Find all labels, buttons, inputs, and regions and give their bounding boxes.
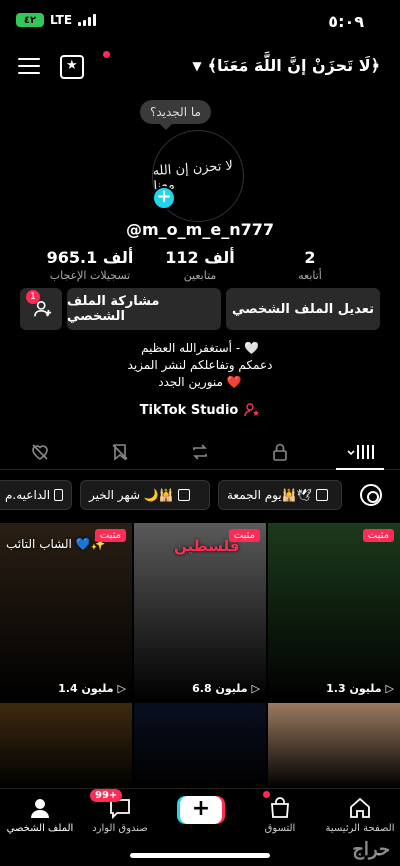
chip-label: الداعيه.م bbox=[5, 488, 51, 502]
hamburger-icon[interactable] bbox=[18, 58, 40, 76]
edit-profile-button[interactable]: تعديل الملف الشخصي bbox=[226, 288, 380, 330]
video-tile[interactable] bbox=[134, 703, 266, 788]
shopping-bag-icon bbox=[271, 797, 289, 818]
tab-reposts[interactable] bbox=[160, 434, 240, 469]
share-profile-button[interactable]: مشاركة الملف الشخصي bbox=[67, 288, 221, 330]
stat-following[interactable]: 2 أتابعه bbox=[260, 248, 360, 282]
nav-profile[interactable]: الملف الشخصي bbox=[0, 795, 80, 834]
video-grid-icon bbox=[347, 444, 374, 459]
stat-label: تسجيلات الإعجاب bbox=[49, 269, 131, 282]
shop-notification-dot bbox=[263, 791, 270, 798]
stat-number: 965.1 ألف bbox=[46, 248, 134, 267]
gear-icon[interactable] bbox=[360, 484, 382, 506]
battery-icon: ٤٢ bbox=[16, 13, 44, 27]
nav-label: الملف الشخصي bbox=[6, 823, 74, 834]
pinned-badge: مثبت bbox=[94, 529, 126, 542]
tiktok-studio-link[interactable]: TikTok Studio bbox=[0, 402, 400, 418]
add-friends-button[interactable]: 1 bbox=[20, 288, 62, 330]
add-person-icon bbox=[34, 300, 52, 317]
video-tile[interactable] bbox=[268, 703, 400, 788]
stat-label: أتابعه bbox=[298, 269, 322, 282]
pinned-badge: مثبت bbox=[228, 529, 260, 542]
signal-icon bbox=[78, 14, 97, 26]
playlist-icon bbox=[177, 489, 190, 501]
bio-line: أستغفرالله العظيم - 🤍 bbox=[141, 341, 259, 355]
profile-icon bbox=[31, 799, 49, 818]
profile-header: ﴿لَا تَحزَنْ إنَّ اللَّهَ مَعَنَا﴾ ▼ bbox=[0, 50, 400, 86]
bookmark-hidden-icon bbox=[112, 443, 128, 461]
video-tile[interactable]: فلسطين مثبت 6.8 مليون ▷ bbox=[134, 523, 266, 701]
video-grid: مثبت 1.3 مليون ▷ فلسطين مثبت 6.8 مليون ▷ ا… bbox=[0, 523, 400, 788]
repost-icon bbox=[193, 443, 207, 460]
home-icon bbox=[350, 797, 370, 818]
view-count: 6.8 مليون ▷ bbox=[192, 682, 260, 695]
network-type: LTE bbox=[50, 13, 73, 27]
home-indicator[interactable] bbox=[130, 853, 270, 858]
calendar-star-icon[interactable] bbox=[60, 55, 84, 79]
status-bar: ٤٢ LTE ٥:٠٩ bbox=[0, 0, 400, 44]
tab-videos[interactable] bbox=[320, 434, 400, 470]
add-avatar-icon[interactable]: + bbox=[152, 186, 176, 210]
chip-label: يوم الجمعة🕌🕊 bbox=[227, 488, 312, 502]
pinned-badge: مثبت bbox=[362, 529, 394, 542]
stat-likes[interactable]: 965.1 ألف تسجيلات الإعجاب bbox=[40, 248, 140, 282]
notification-dot bbox=[103, 51, 110, 58]
stat-label: متابعين bbox=[183, 269, 217, 282]
content-tabs bbox=[0, 434, 400, 470]
studio-person-icon bbox=[244, 403, 260, 417]
stat-number: 2 bbox=[304, 248, 316, 267]
video-tile[interactable]: الشاب التائب 💙✨ مثبت 1.4 مليون ▷ bbox=[0, 523, 132, 701]
create-button[interactable]: + bbox=[180, 796, 222, 824]
nav-label: صندوق الوارد bbox=[92, 823, 148, 834]
tab-private[interactable] bbox=[240, 434, 320, 469]
video-tile[interactable]: مثبت 1.3 مليون ▷ bbox=[268, 523, 400, 701]
nav-label: التسوق bbox=[264, 823, 296, 834]
chip-playlist[interactable]: شهر الخير 🌙🕌 bbox=[80, 480, 210, 510]
profile-actions: 1 مشاركة الملف الشخصي تعديل الملف الشخصي bbox=[20, 288, 380, 330]
bottom-nav: الصفحة الرئيسية التسوق + صندوق الوارد 99… bbox=[0, 788, 400, 866]
nav-home[interactable]: الصفحة الرئيسية bbox=[320, 795, 400, 834]
nav-shop[interactable]: التسوق bbox=[240, 795, 320, 834]
chip-label: شهر الخير 🌙🕌 bbox=[89, 488, 174, 502]
stat-number: 112 ألف bbox=[165, 248, 235, 267]
studio-label: TikTok Studio bbox=[139, 402, 239, 418]
username: @m_o_m_e_n777 bbox=[126, 220, 274, 239]
inbox-badge: 99+ bbox=[90, 789, 123, 802]
playlist-chips: الداعيه.م شهر الخير 🌙🕌 يوم الجمعة🕌🕊 bbox=[0, 480, 400, 510]
status-indicators: ٤٢ LTE bbox=[16, 13, 97, 27]
stat-followers[interactable]: 112 ألف متابعين bbox=[150, 248, 250, 282]
avatar[interactable]: لا تحزن إن الله معنا + bbox=[152, 130, 244, 222]
video-tile[interactable] bbox=[0, 703, 132, 788]
playlist-icon bbox=[315, 489, 328, 501]
tab-favorites[interactable] bbox=[80, 434, 160, 469]
lock-icon bbox=[273, 443, 287, 461]
account-switcher[interactable]: ﴿لَا تَحزَنْ إنَّ اللَّهَ مَعَنَا﴾ ▼ bbox=[192, 56, 380, 75]
chevron-down-icon: ▼ bbox=[192, 58, 202, 73]
profile-stats: 965.1 ألف تسجيلات الإعجاب 112 ألف متابعي… bbox=[40, 248, 360, 282]
clock: ٥:٠٩ bbox=[328, 12, 364, 31]
watermark-logo: حراج bbox=[352, 839, 390, 860]
profile-name: ﴿لَا تَحزَنْ إنَّ اللَّهَ مَعَنَا﴾ bbox=[207, 56, 380, 75]
view-count: 1.3 مليون ▷ bbox=[326, 682, 394, 695]
bio: أستغفرالله العظيم - 🤍 دعمكم وتفاعلكم لنش… bbox=[0, 340, 400, 391]
tab-liked[interactable] bbox=[0, 434, 80, 469]
chip-playlist[interactable]: يوم الجمعة🕌🕊 bbox=[218, 480, 342, 510]
chip-playlist[interactable]: الداعيه.م bbox=[0, 480, 72, 510]
nav-label: الصفحة الرئيسية bbox=[325, 823, 395, 834]
bio-line: دعمكم وتفاعلكم لنشر المزيد bbox=[127, 358, 273, 372]
playlist-icon bbox=[54, 489, 63, 501]
view-count: 1.4 مليون ▷ bbox=[58, 682, 126, 695]
heart-hidden-icon bbox=[32, 443, 48, 460]
video-title: الشاب التائب 💙✨ bbox=[6, 537, 106, 551]
bio-line: منورين الجدد ❤️ bbox=[158, 375, 242, 389]
status-bubble[interactable]: ما الجديد؟ bbox=[140, 100, 211, 130]
